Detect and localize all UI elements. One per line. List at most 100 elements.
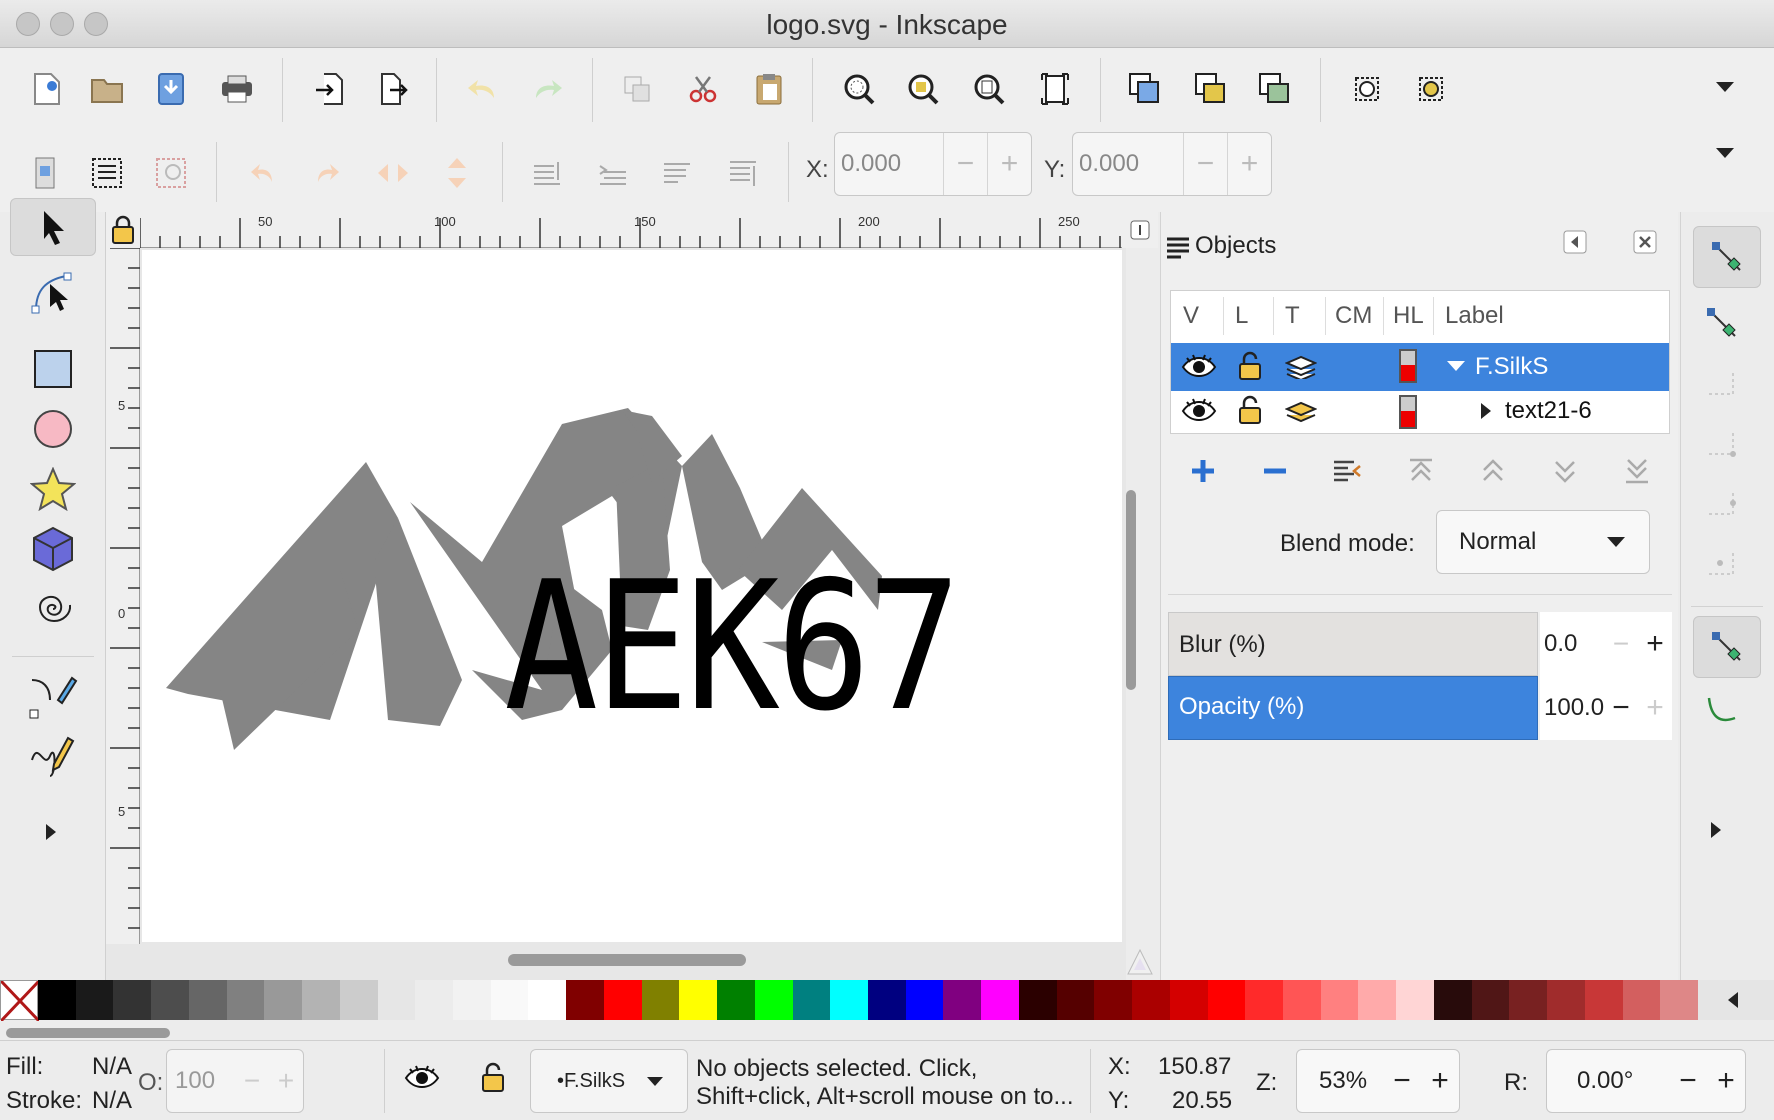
- col-visible[interactable]: V: [1183, 291, 1199, 341]
- opacity-slider[interactable]: Opacity (%): [1168, 676, 1538, 740]
- highlight-color-swatch[interactable]: [1399, 395, 1417, 429]
- panel-collapse-button[interactable]: [1563, 230, 1587, 254]
- y-decrement-button[interactable]: −: [1183, 133, 1227, 195]
- x-value[interactable]: 0.000: [835, 150, 943, 178]
- color-swatch[interactable]: [566, 980, 605, 1020]
- snap-bbox-edges-toggle[interactable]: [1705, 368, 1739, 407]
- color-swatch[interactable]: [1132, 980, 1171, 1020]
- x-decrement-button[interactable]: −: [943, 133, 987, 195]
- bezier-tool[interactable]: [10, 664, 96, 726]
- color-swatch[interactable]: [113, 980, 152, 1020]
- color-swatch[interactable]: [1622, 980, 1661, 1020]
- raise-to-top-button[interactable]: [522, 148, 572, 198]
- y-value[interactable]: 0.000: [1073, 150, 1183, 178]
- color-swatch[interactable]: [754, 980, 793, 1020]
- color-swatch[interactable]: [415, 980, 454, 1020]
- color-swatch[interactable]: [1358, 980, 1397, 1020]
- panel-close-button[interactable]: [1633, 230, 1657, 254]
- rotate-cw-button[interactable]: [302, 148, 352, 198]
- group-button[interactable]: [1120, 64, 1170, 114]
- rotate-field[interactable]: 0.00° − +: [1546, 1049, 1746, 1113]
- color-swatch[interactable]: [603, 980, 642, 1020]
- col-label[interactable]: Label: [1445, 291, 1504, 341]
- color-swatch[interactable]: [1433, 980, 1472, 1020]
- color-swatch[interactable]: [75, 980, 114, 1020]
- color-swatch[interactable]: [1094, 980, 1133, 1020]
- snap-bbox-corners-toggle[interactable]: [1705, 428, 1739, 467]
- color-swatch[interactable]: [1396, 980, 1435, 1020]
- raise-to-top-object-button[interactable]: [1396, 446, 1446, 496]
- controls-overflow-icon[interactable]: [1716, 148, 1734, 158]
- raise-object-button[interactable]: [1468, 446, 1518, 496]
- lock-guides-button[interactable]: [106, 212, 140, 248]
- col-type[interactable]: T: [1285, 291, 1300, 341]
- zoom-selection-button[interactable]: [834, 64, 884, 114]
- x-increment-button[interactable]: +: [987, 133, 1031, 195]
- rotate-value[interactable]: 0.00°: [1547, 1067, 1669, 1095]
- add-layer-button[interactable]: [1178, 446, 1228, 496]
- color-swatch[interactable]: [1056, 980, 1095, 1020]
- remove-object-button[interactable]: [1250, 446, 1300, 496]
- rotate-ccw-button[interactable]: −: [1669, 1064, 1707, 1098]
- blend-mode-select[interactable]: Normal: [1436, 510, 1650, 574]
- eye-icon[interactable]: [1181, 397, 1217, 425]
- ellipse-tool[interactable]: [10, 398, 96, 460]
- color-swatch[interactable]: [1018, 980, 1057, 1020]
- color-swatch[interactable]: [641, 980, 680, 1020]
- rectangle-tool[interactable]: [10, 338, 96, 400]
- flip-vertical-button[interactable]: [432, 148, 482, 198]
- unlocked-icon[interactable]: [1237, 395, 1263, 425]
- blur-increment-button[interactable]: +: [1638, 627, 1672, 661]
- drawing-page[interactable]: AEK67: [142, 250, 1122, 942]
- tree-row[interactable]: F.SilkS: [1171, 343, 1669, 391]
- zoom-drawing-button[interactable]: [898, 64, 948, 114]
- opacity-decrement-button[interactable]: −: [1604, 691, 1638, 725]
- raise-button[interactable]: [588, 148, 638, 198]
- open-document-button[interactable]: [82, 64, 132, 114]
- color-swatch[interactable]: [717, 980, 756, 1020]
- color-swatch[interactable]: [1207, 980, 1246, 1020]
- stroke-value[interactable]: N/A: [92, 1087, 132, 1115]
- transform-button[interactable]: [1342, 64, 1392, 114]
- zoom-page-button[interactable]: [964, 64, 1014, 114]
- opacity-increment-button[interactable]: +: [1638, 691, 1672, 725]
- no-paint-swatch[interactable]: [0, 979, 41, 1023]
- color-swatch[interactable]: [339, 980, 378, 1020]
- horizontal-scrollbar[interactable]: [508, 954, 746, 966]
- lower-to-bottom-object-button[interactable]: [1612, 446, 1662, 496]
- rotate-cw-button[interactable]: +: [1707, 1064, 1745, 1098]
- color-swatch[interactable]: [1509, 980, 1548, 1020]
- cut-button[interactable]: [678, 64, 728, 114]
- color-swatch[interactable]: [1547, 980, 1586, 1020]
- color-swatch[interactable]: [528, 980, 567, 1020]
- collapsed-triangle-icon[interactable]: [1481, 403, 1491, 419]
- select-all-layers-button[interactable]: [82, 148, 132, 198]
- zoom-out-button[interactable]: −: [1383, 1064, 1421, 1098]
- row-label[interactable]: text21-6: [1505, 397, 1592, 425]
- new-document-button[interactable]: [22, 64, 72, 114]
- blend-mode-value[interactable]: Normal: [1437, 528, 1607, 556]
- color-swatch[interactable]: [679, 980, 718, 1020]
- color-swatch[interactable]: [1471, 980, 1510, 1020]
- snap-bbox-toggle[interactable]: [1705, 306, 1739, 345]
- col-highlight[interactable]: HL: [1393, 291, 1424, 341]
- color-swatch[interactable]: [264, 980, 303, 1020]
- palette-menu-icon[interactable]: [1728, 992, 1738, 1008]
- y-increment-button[interactable]: +: [1227, 133, 1271, 195]
- color-swatch[interactable]: [226, 980, 265, 1020]
- eye-icon[interactable]: [1181, 353, 1217, 381]
- opacity-status-decrement[interactable]: −: [235, 1065, 269, 1097]
- color-swatch[interactable]: [302, 980, 341, 1020]
- opacity-value[interactable]: 100.0: [1540, 694, 1604, 722]
- color-swatch[interactable]: [377, 980, 416, 1020]
- logo-text[interactable]: AEK67: [504, 558, 961, 736]
- node-tool[interactable]: [10, 262, 96, 324]
- zoom-field[interactable]: 53% − +: [1296, 1049, 1460, 1113]
- color-swatch[interactable]: [151, 980, 190, 1020]
- zoom-value[interactable]: 53%: [1297, 1067, 1383, 1095]
- lower-object-button[interactable]: [1540, 446, 1590, 496]
- vertical-scrollbar[interactable]: [1126, 490, 1136, 690]
- snap-bbox-centers-toggle[interactable]: [1705, 548, 1739, 587]
- tree-row[interactable]: text21-6: [1171, 391, 1669, 433]
- flip-horizontal-button[interactable]: [368, 148, 418, 198]
